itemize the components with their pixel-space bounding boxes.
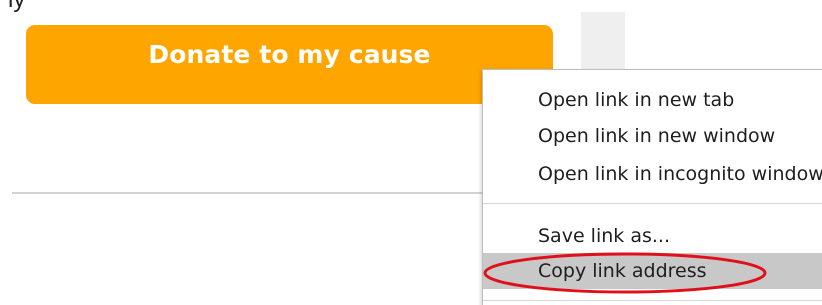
menu-item-copy-link-address[interactable]: Copy link address	[483, 253, 822, 289]
donate-button[interactable]: Donate to my cause	[26, 25, 553, 104]
menu-item-save-link-as[interactable]: Save link as...	[483, 218, 822, 254]
menu-separator	[483, 203, 822, 204]
background-panel	[581, 12, 625, 70]
menu-item-open-incognito[interactable]: Open link in incognito window	[483, 156, 822, 192]
menu-item-open-new-window[interactable]: Open link in new window	[483, 118, 822, 154]
donate-button-label: Donate to my cause	[148, 40, 431, 69]
page-text-fragment: ly	[8, 0, 25, 14]
context-menu: Open link in new tab Open link in new wi…	[482, 69, 822, 305]
page: ly Donate to my cause Open link in new t…	[0, 0, 822, 305]
menu-item-open-new-tab[interactable]: Open link in new tab	[483, 82, 822, 118]
divider	[12, 192, 487, 194]
menu-separator	[483, 300, 822, 301]
